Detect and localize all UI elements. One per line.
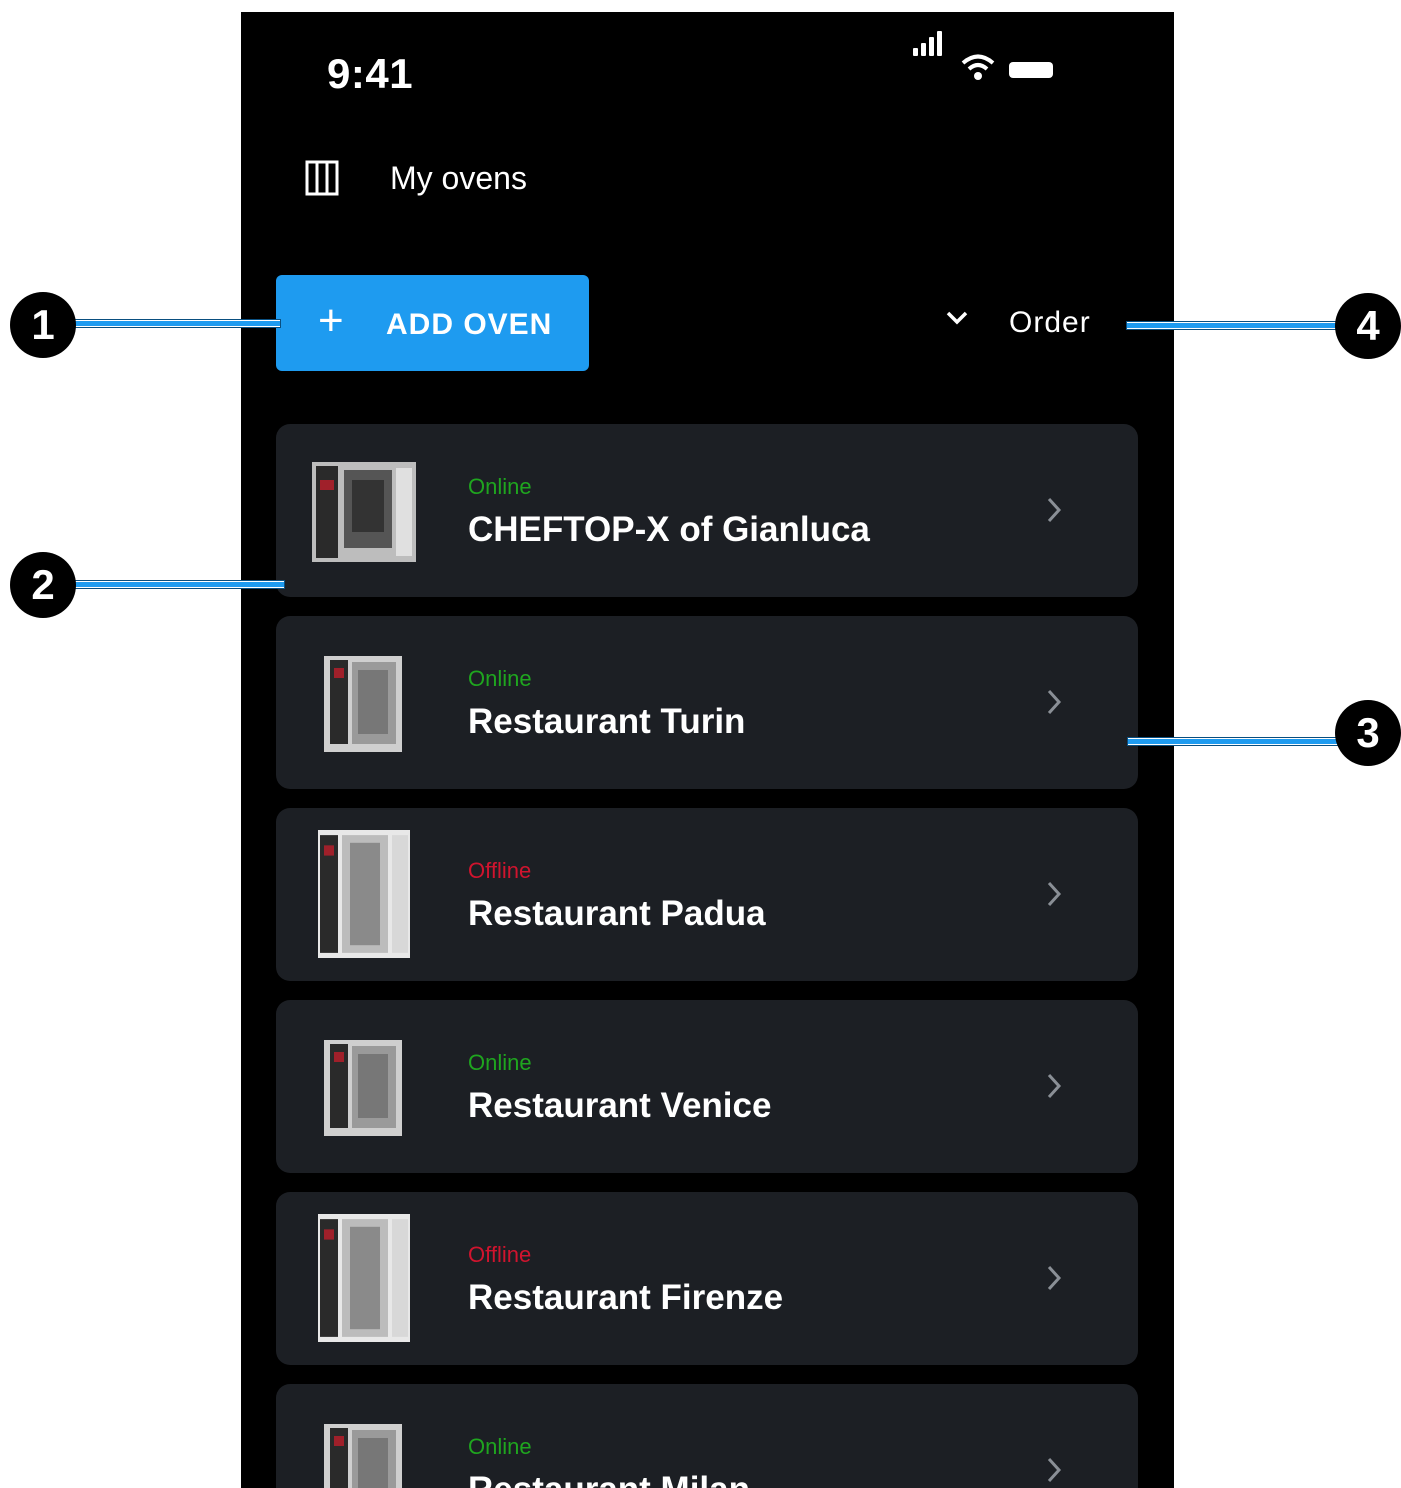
oven-image [312, 462, 416, 562]
oven-image [324, 656, 402, 752]
chevron-right-icon [1047, 1265, 1062, 1291]
chevron-right-icon [1047, 689, 1062, 715]
oven-name: Restaurant Turin [468, 702, 746, 741]
oven-card[interactable]: Offline Restaurant Padua [276, 808, 1138, 981]
oven-card[interactable]: Online Restaurant Milan [276, 1384, 1138, 1488]
oven-name: Restaurant Padua [468, 894, 766, 933]
callout-badge: 2 [10, 552, 76, 618]
oven-image [318, 1214, 410, 1342]
oven-name: CHEFTOP-X of Gianluca [468, 510, 870, 549]
chevron-right-icon [1047, 881, 1062, 907]
oven-status: Offline [468, 858, 532, 883]
callout-line [1127, 322, 1347, 329]
callout-badge: 1 [10, 292, 76, 358]
order-label: Order [1009, 306, 1091, 339]
menu-icon[interactable] [305, 160, 339, 196]
page-title: My ovens [390, 160, 527, 196]
oven-card[interactable]: Online Restaurant Venice [276, 1000, 1138, 1173]
status-time: 9:41 [327, 50, 414, 97]
oven-card[interactable]: Online CHEFTOP-X of Gianluca [276, 424, 1138, 597]
oven-card[interactable]: Offline Restaurant Firenze [276, 1192, 1138, 1365]
oven-status: Offline [468, 1242, 532, 1267]
add-oven-label: ADD OVEN [386, 308, 553, 341]
oven-status: Online [468, 1050, 532, 1075]
oven-image [318, 830, 410, 958]
oven-name: Restaurant Venice [468, 1086, 772, 1125]
status-icons [913, 31, 1063, 84]
add-oven-button[interactable]: + ADD OVEN [276, 275, 589, 371]
oven-name: Restaurant Firenze [468, 1278, 784, 1317]
chevron-right-icon [1047, 1457, 1062, 1483]
callout-line [1128, 738, 1348, 745]
callout-line [74, 581, 284, 588]
callout-badge: 3 [1335, 700, 1401, 766]
wifi-icon [961, 54, 995, 80]
oven-status: Online [468, 474, 532, 499]
phone-screen: 9:41 My ovens + ADD OVEN Order Online CH… [241, 12, 1174, 1488]
oven-card[interactable]: Online Restaurant Turin [276, 616, 1138, 789]
chevron-down-icon [946, 311, 968, 325]
oven-image [324, 1424, 402, 1488]
callout-badge: 4 [1335, 293, 1401, 359]
oven-status: Online [468, 1434, 532, 1459]
battery-icon [1009, 62, 1053, 78]
plus-icon: + [318, 296, 344, 345]
chevron-right-icon [1047, 1073, 1062, 1099]
oven-status: Online [468, 666, 532, 691]
chevron-right-icon [1047, 497, 1062, 523]
callout-line [74, 320, 280, 327]
oven-name: Restaurant Milan [468, 1470, 750, 1488]
oven-image [324, 1040, 402, 1136]
